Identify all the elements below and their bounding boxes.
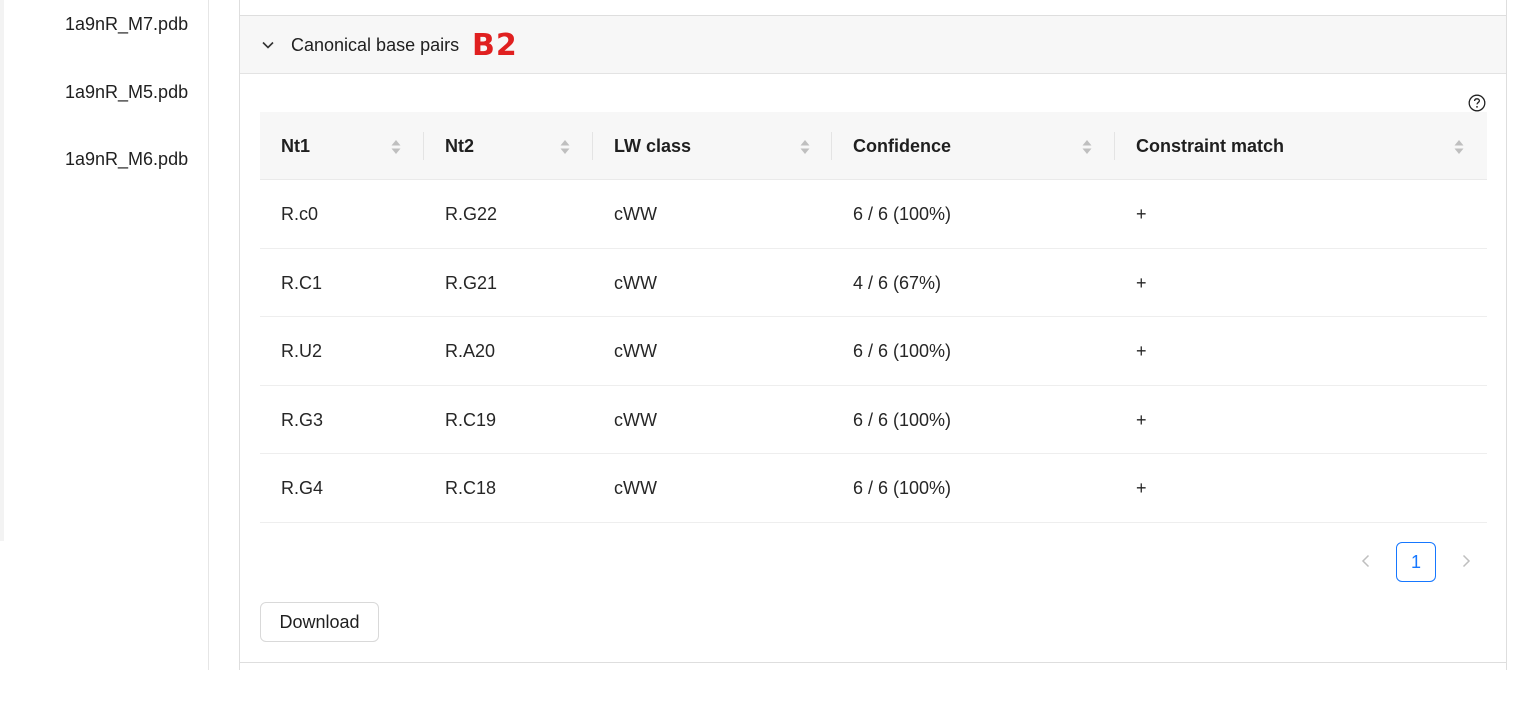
cell-constraint-match: + (1136, 341, 1147, 362)
sort-icon[interactable] (1453, 138, 1465, 156)
chevron-down-icon (262, 41, 274, 49)
sort-icon[interactable] (1081, 138, 1093, 156)
cell-confidence: 6 / 6 (100%) (853, 409, 952, 430)
file-sidebar: 1a9nR_M7.pdb 1a9nR_M5.pdb 1a9nR_M6.pdb (0, 0, 209, 670)
section-title: Canonical base pairs (291, 35, 460, 55)
cell-lw-class: cWW (614, 204, 657, 224)
download-button[interactable]: Download (260, 602, 379, 642)
table-row: R.G3 R.C19 cWW 6 / 6 (100%) + (260, 386, 1487, 455)
cell-nt1: R.C1 (281, 272, 323, 293)
cell-nt2: R.G22 (445, 204, 498, 224)
cell-constraint-match: + (1136, 272, 1147, 293)
column-header-lw-class[interactable]: LW class (593, 112, 832, 180)
divider (240, 662, 1506, 663)
cell-constraint-match: + (1136, 204, 1147, 224)
cell-confidence: 4 / 6 (67%) (853, 272, 942, 293)
file-item-m6[interactable]: 1a9nR_M6.pdb (65, 149, 188, 170)
cell-nt1: R.G4 (281, 478, 324, 499)
cell-lw-class: cWW (614, 272, 657, 293)
sidebar-edge (0, 0, 4, 541)
cell-nt1: R.c0 (281, 204, 319, 224)
section-tag: B2 (472, 28, 518, 63)
column-header-constraint-match[interactable]: Constraint match (1115, 112, 1487, 180)
cell-lw-class: cWW (614, 478, 657, 499)
cell-confidence: 6 / 6 (100%) (853, 478, 952, 499)
table-row: R.U2 R.A20 cWW 6 / 6 (100%) + (260, 317, 1487, 386)
cell-confidence: 6 / 6 (100%) (853, 341, 952, 362)
collapse-header[interactable]: Canonical base pairs B2 (240, 16, 1506, 74)
file-item-m7[interactable]: 1a9nR_M7.pdb (65, 14, 188, 35)
question-circle-icon[interactable] (1468, 94, 1486, 112)
column-header-confidence[interactable]: Confidence (832, 112, 1115, 180)
cell-constraint-match: + (1136, 478, 1147, 499)
sort-icon[interactable] (799, 138, 811, 156)
cell-nt2: R.C18 (445, 478, 497, 499)
chevron-right-icon[interactable] (1457, 552, 1475, 570)
column-header-nt2[interactable]: Nt2 (424, 112, 593, 180)
sort-icon[interactable] (390, 138, 402, 156)
table-row: R.G4 R.C18 cWW 6 / 6 (100%) + (260, 454, 1487, 523)
cell-nt2: R.A20 (445, 341, 496, 362)
file-item-m5[interactable]: 1a9nR_M5.pdb (65, 82, 188, 103)
sort-icon[interactable] (559, 138, 571, 156)
table-row: R.c0 R.G22 cWW 6 / 6 (100%) + (260, 180, 1487, 249)
cell-nt2: R.G21 (445, 272, 498, 293)
cell-lw-class: cWW (614, 341, 657, 362)
cell-constraint-match: + (1136, 409, 1147, 430)
column-header-nt1[interactable]: Nt1 (260, 112, 424, 180)
base-pairs-table: Nt1 Nt2 LW class Confidence Constraint m (260, 112, 1487, 523)
cell-lw-class: cWW (614, 409, 657, 430)
cell-confidence: 6 / 6 (100%) (853, 204, 952, 224)
cell-nt1: R.G3 (281, 409, 324, 430)
cell-nt1: R.U2 (281, 341, 323, 362)
table-row: R.C1 R.G21 cWW 4 / 6 (67%) + (260, 249, 1487, 318)
cell-nt2: R.C19 (445, 409, 497, 430)
chevron-left-icon[interactable] (1357, 552, 1375, 570)
canonical-base-pairs-panel: Canonical base pairs B2 Nt1 Nt2 LW class (239, 0, 1507, 670)
pagination-page-1[interactable]: 1 (1396, 542, 1436, 582)
table-header: Nt1 Nt2 LW class Confidence Constraint m (260, 112, 1487, 180)
